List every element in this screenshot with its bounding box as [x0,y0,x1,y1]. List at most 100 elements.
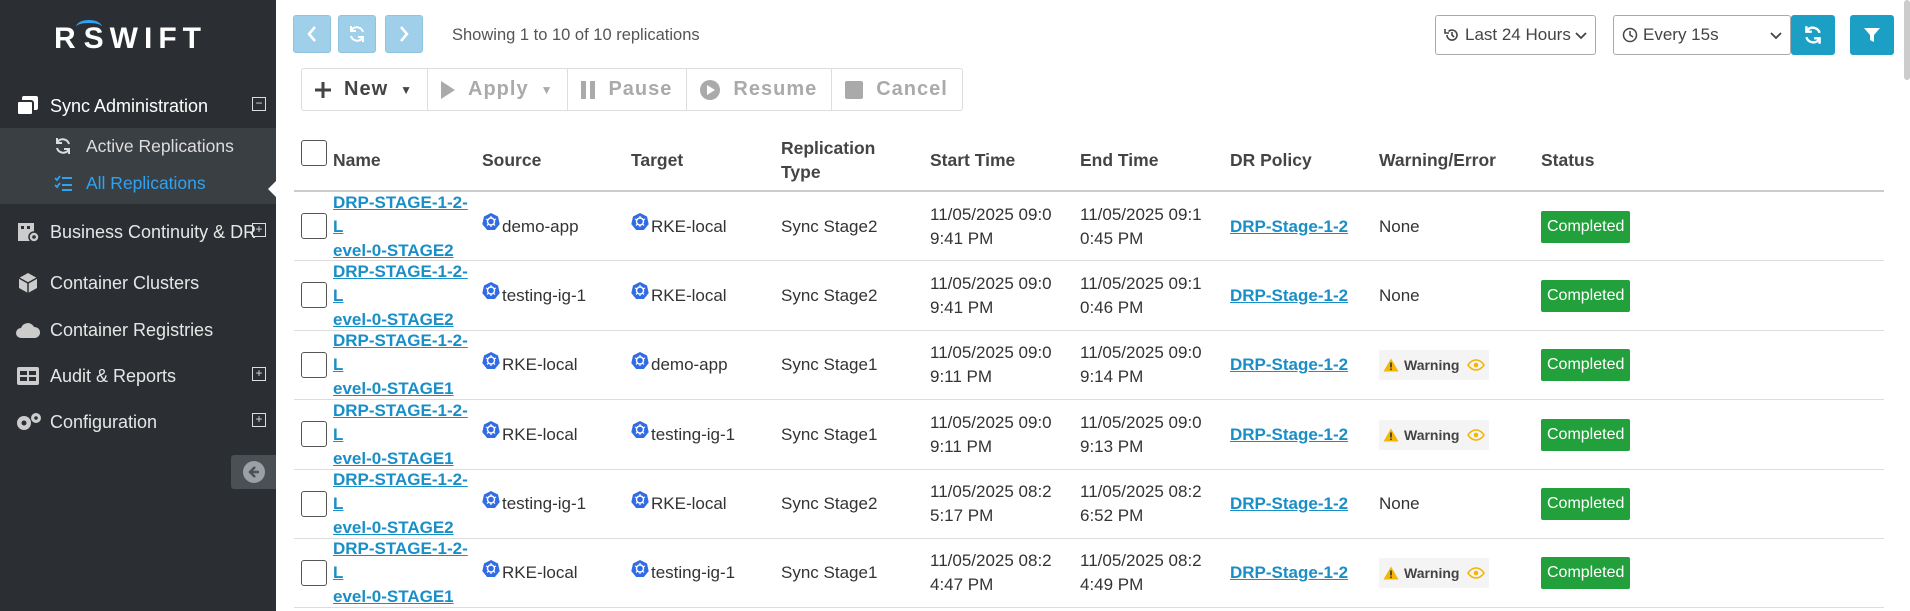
dr-policy-link[interactable]: DRP-Stage-1-2 [1230,492,1348,516]
apply-button[interactable]: Apply ▼ [428,69,569,110]
refresh-button[interactable] [1791,15,1835,55]
end-time-value: 11/05/2025 09:0 9:13 PM [1080,412,1202,456]
select-all-checkbox[interactable] [301,140,327,166]
warning-cell: None [1379,261,1420,330]
eye-icon[interactable] [1467,567,1486,580]
dr-policy-link[interactable]: DRP-Stage-1-2 [1230,423,1348,447]
start-time-value: 11/05/2025 09:0 9:11 PM [930,343,1052,387]
sync-icon [52,137,74,155]
dr-policy-link[interactable]: DRP-Stage-1-2 [1230,561,1348,585]
replications-table: Name Source Target Replication Type Star… [294,128,1884,609]
start-time-value: 11/05/2025 08:2 4:47 PM [930,551,1052,595]
column-header-name[interactable]: Name [333,128,381,192]
dr-policy-link[interactable]: DRP-Stage-1-2 [1230,215,1348,239]
start-time-value: 11/05/2025 09:0 9:41 PM [930,273,1052,317]
sidebar-item-label: Active Replications [86,135,234,156]
column-header-replication-type[interactable]: Replication Type [781,128,901,192]
column-header-source[interactable]: Source [482,128,541,192]
replication-name-link[interactable]: DRP-STAGE-1-2-L evel-0-STAGE1 [333,537,473,609]
vertical-scrollbar[interactable] [1904,0,1910,80]
start-time-cell: 11/05/2025 08:2 5:17 PM [930,470,1052,539]
cancel-button[interactable]: Cancel [832,69,962,110]
warning-label: Warning [1404,357,1460,374]
sidebar-item-active-replications[interactable]: Active Replications [0,128,276,164]
replication-type-value: Sync Stage2 [781,285,878,305]
expand-plus-icon[interactable]: + [252,413,266,427]
row-checkbox[interactable] [301,213,327,239]
pause-icon [580,80,596,100]
sidebar-item-container-clusters[interactable]: Container Clusters [0,263,276,303]
row-checkbox[interactable] [301,351,327,378]
expand-plus-icon[interactable]: + [252,223,266,237]
sidebar-item-business-continuity[interactable]: Business Continuity & DR + [0,212,276,252]
status-badge: Completed [1541,279,1631,312]
time-range-select[interactable]: Last 24 Hours [1435,15,1596,55]
kubernetes-icon [482,213,500,230]
pause-button[interactable]: Pause [568,69,688,110]
refresh-interval-value: Every 15s [1643,25,1719,44]
app-logo[interactable]: RSWIFT [54,20,207,56]
row-checkbox[interactable] [301,559,327,586]
type-cell: Sync Stage2 [781,192,877,261]
kubernetes-icon [631,213,649,230]
source-cell: RKE-local [482,400,578,469]
warning-label: Warning [1404,426,1460,443]
kubernetes-icon [482,351,500,369]
source-cell: testing-ig-1 [482,470,586,539]
replication-name-link[interactable]: DRP-STAGE-1-2-L evel-0-STAGE2 [333,468,473,540]
sync-icon [350,26,364,42]
column-header-target[interactable]: Target [631,128,683,192]
warning-cell: Warning [1379,331,1490,400]
eye-icon[interactable] [1467,428,1486,441]
sync-icon [1805,26,1821,44]
replication-name-link[interactable]: DRP-STAGE-1-2-L evel-0-STAGE1 [333,329,473,401]
status-badge: Completed [1541,557,1631,590]
sidebar-item-container-registries[interactable]: Container Registries [0,310,276,350]
dr-policy-cell: DRP-Stage-1-2 [1230,192,1348,261]
dr-policy-link[interactable]: DRP-Stage-1-2 [1230,284,1348,308]
eye-icon[interactable] [1467,359,1486,372]
collapse-minus-icon[interactable]: − [252,97,266,111]
column-header-end-time[interactable]: End Time [1080,128,1158,192]
column-header-dr-policy[interactable]: DR Policy [1230,128,1312,192]
sidebar-item-all-replications[interactable]: All Replications [0,165,276,201]
refresh-interval-select[interactable]: Every 15s [1613,15,1791,55]
row-checkbox[interactable] [301,421,327,448]
filter-button[interactable] [1850,15,1894,55]
dr-policy-link[interactable]: DRP-Stage-1-2 [1230,353,1348,377]
source-value: RKE-local [502,563,578,583]
collapse-sidebar-button[interactable] [231,455,276,489]
next-page-button[interactable] [385,15,423,53]
warning-value: None [1379,494,1420,514]
source-cell: RKE-local [482,331,578,400]
prev-page-button[interactable] [293,15,331,53]
source-cell: RKE-local [482,539,578,608]
plus-icon [314,81,332,99]
kubernetes-icon [631,559,649,577]
list-check-icon [52,175,74,191]
gears-icon [14,410,42,434]
column-header-start-time[interactable]: Start Time [930,128,1015,192]
resume-label: Resume [733,78,818,100]
sidebar-item-audit-reports[interactable]: Audit & Reports + [0,356,276,396]
row-checkbox[interactable] [301,490,327,517]
warning-cell: Warning [1379,539,1490,608]
replication-type-value: Sync Stage1 [781,355,878,375]
sidebar-item-sync-administration[interactable]: Sync Administration − [0,86,276,126]
target-cell: testing-ig-1 [631,400,735,469]
sidebar-item-configuration[interactable]: Configuration + [0,402,276,442]
warning-value: None [1379,216,1420,236]
new-button[interactable]: New ▼ [302,69,429,110]
column-header-status[interactable]: Status [1541,128,1594,192]
replication-type-value: Sync Stage2 [781,494,878,514]
expand-plus-icon[interactable]: + [252,367,266,381]
column-header-warning-error[interactable]: Warning/Error [1379,128,1496,192]
replication-name-link[interactable]: DRP-STAGE-1-2-L evel-0-STAGE2 [333,191,473,263]
refresh-page-button[interactable] [338,15,376,53]
replication-name-link[interactable]: DRP-STAGE-1-2-L evel-0-STAGE2 [333,260,473,332]
row-checkbox[interactable] [301,282,327,309]
status-cell: Completed [1541,470,1631,539]
replication-name-link[interactable]: DRP-STAGE-1-2-L evel-0-STAGE1 [333,399,473,471]
resume-button[interactable]: Resume [687,69,833,110]
chevron-right-icon [400,26,409,42]
